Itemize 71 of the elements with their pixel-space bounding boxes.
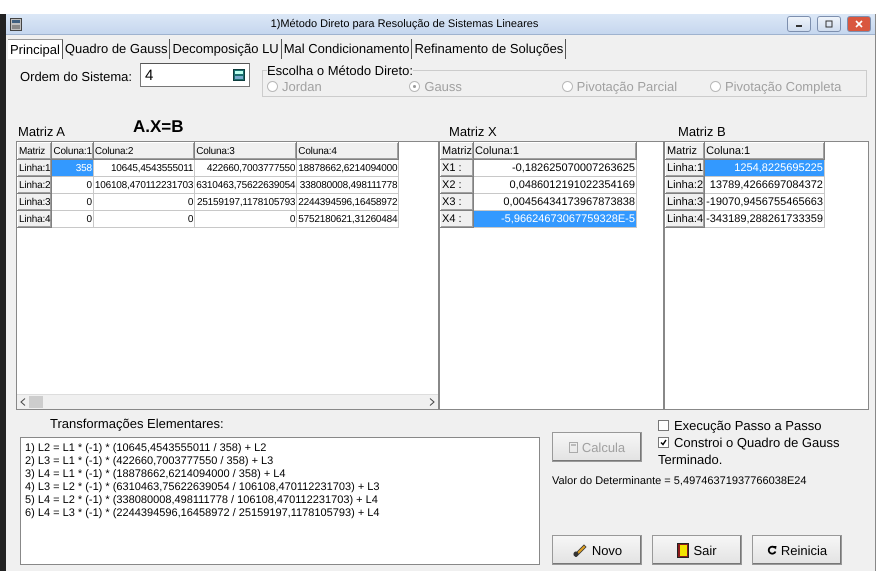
grid-cell[interactable]: 13789,4266697084372 bbox=[704, 176, 824, 194]
action-button[interactable]: Sair bbox=[652, 535, 742, 565]
transformation-line: 3) L4 = L1 * (-1) * (18878662,6214094000 / 358) + L4 bbox=[25, 468, 287, 481]
row-header: Linha:2 bbox=[666, 176, 705, 194]
row-header: Linha:2 bbox=[18, 176, 52, 194]
transformation-line: 1) L2 = L1 * (-1) * (10645,4543555011 / 358) + L2 bbox=[25, 442, 268, 455]
transformation-line: 4) L3 = L2 * (-1) * (6310463,75622639054 / 106108,470112231703) + L3 bbox=[25, 481, 381, 494]
grid-corner-header: Matriz bbox=[18, 142, 52, 160]
grid-cell[interactable]: 0 bbox=[93, 194, 195, 210]
tab[interactable]: Quadro de Gauss bbox=[62, 39, 170, 59]
grid-corner-header: Matriz bbox=[666, 142, 705, 160]
row-header: X2 : bbox=[440, 176, 474, 194]
grid-cell[interactable]: 0 bbox=[194, 210, 297, 228]
grid-cell[interactable]: 6310463,75622639054 bbox=[194, 176, 297, 194]
action-button[interactable]: Novo bbox=[552, 535, 642, 565]
column-header: Coluna:4 bbox=[296, 142, 399, 160]
row-header: Linha:4 bbox=[666, 210, 705, 228]
group-title: Escolha o Método Direto: bbox=[267, 63, 413, 78]
grid-cell[interactable]: -343189,288261733359 bbox=[704, 210, 824, 228]
checkbox-label: Execução Passo a Passo bbox=[674, 418, 822, 433]
grid-cell[interactable]: 18878662,6214094000 bbox=[296, 160, 399, 176]
radio-label: Pivotação Completa bbox=[724, 78, 842, 94]
order-label: Ordem do Sistema: bbox=[20, 69, 132, 86]
status-text: Terminado. bbox=[658, 452, 724, 467]
radio-label: Gauss bbox=[424, 78, 462, 94]
checkbox-label: Constroi o Quadro de Gauss bbox=[674, 435, 840, 450]
equation-label: A.X=B bbox=[132, 117, 184, 138]
matrix-title: Matriz X bbox=[449, 124, 497, 141]
order-input-field[interactable]: 4 bbox=[140, 63, 250, 87]
transformations-label: Transformações Elementares: bbox=[49, 415, 225, 433]
column-header: Coluna:1 bbox=[704, 142, 824, 160]
column-header: Coluna:3 bbox=[194, 142, 297, 160]
tab[interactable]: Mal Condicionamento bbox=[282, 39, 412, 59]
column-header: Coluna:1 bbox=[473, 142, 636, 160]
transformation-line: 6) L4 = L3 * (-1) * (2244394596,16458972 / 25159197,1178105793) + L4 bbox=[25, 507, 381, 520]
grid-cell[interactable]: 338080008,498111778 bbox=[296, 176, 399, 194]
radio-label: Pivotação Parcial bbox=[576, 78, 678, 94]
column-header: Coluna:1 bbox=[52, 142, 94, 160]
grid-corner-header: Matriz bbox=[440, 142, 474, 160]
grid-cell[interactable]: -19070,9456755465663 bbox=[704, 194, 824, 210]
radio-label: Jordan bbox=[282, 78, 322, 94]
grid-cell[interactable]: 0 bbox=[52, 210, 94, 228]
row-header: Linha:1 bbox=[666, 160, 705, 176]
row-header: Linha:3 bbox=[18, 194, 52, 210]
grid-cell[interactable]: 0 bbox=[93, 210, 195, 228]
row-header: Linha:3 bbox=[666, 194, 705, 210]
grid-cell[interactable]: 0 bbox=[52, 176, 94, 194]
matrix-title: Matriz A bbox=[18, 124, 65, 141]
transformation-line: 5) L4 = L2 * (-1) * (338080008,498111778 / 106108,470112231703) + L4 bbox=[25, 494, 379, 507]
window-title: 1)Método Direto para Resolução de Sistemas Lineares bbox=[270, 18, 540, 30]
grid-cell[interactable]: -0,182625070007263625 bbox=[473, 160, 636, 176]
row-header: X1 : bbox=[440, 160, 474, 176]
row-header: X4 : bbox=[440, 210, 474, 228]
column-header: Coluna:2 bbox=[93, 142, 195, 160]
tab[interactable]: Principal bbox=[8, 39, 63, 59]
grid-cell[interactable]: 0,00456434173967873838 bbox=[473, 194, 636, 210]
grid-cell[interactable]: 2244394596,16458972 bbox=[296, 194, 399, 210]
matrix-title: Matriz B bbox=[678, 124, 726, 141]
grid-cell[interactable]: 0 bbox=[52, 194, 94, 210]
determinant-text: Valor do Determinante = 5,49746371937766038E24 bbox=[552, 474, 808, 487]
grid-cell[interactable]: 0,0486012191022354169 bbox=[473, 176, 636, 194]
action-button[interactable]: Reinicia bbox=[752, 535, 842, 565]
grid-cell[interactable]: 106108,470112231703 bbox=[93, 176, 195, 194]
grid-cell[interactable]: 10645,4543555011 bbox=[93, 160, 195, 176]
transformation-line: 2) L3 = L1 * (-1) * (422660,7003777550 / 358) + L3 bbox=[25, 455, 274, 468]
row-header: Linha:4 bbox=[18, 210, 52, 228]
grid-cell[interactable]: 5752180621,31260484 bbox=[296, 210, 399, 228]
grid-cell[interactable]: 422660,7003777550 bbox=[194, 160, 297, 176]
row-header: Linha:1 bbox=[18, 160, 52, 176]
grid-cell[interactable]: 25159197,1178105793 bbox=[194, 194, 297, 210]
row-header: X3 : bbox=[440, 194, 474, 210]
